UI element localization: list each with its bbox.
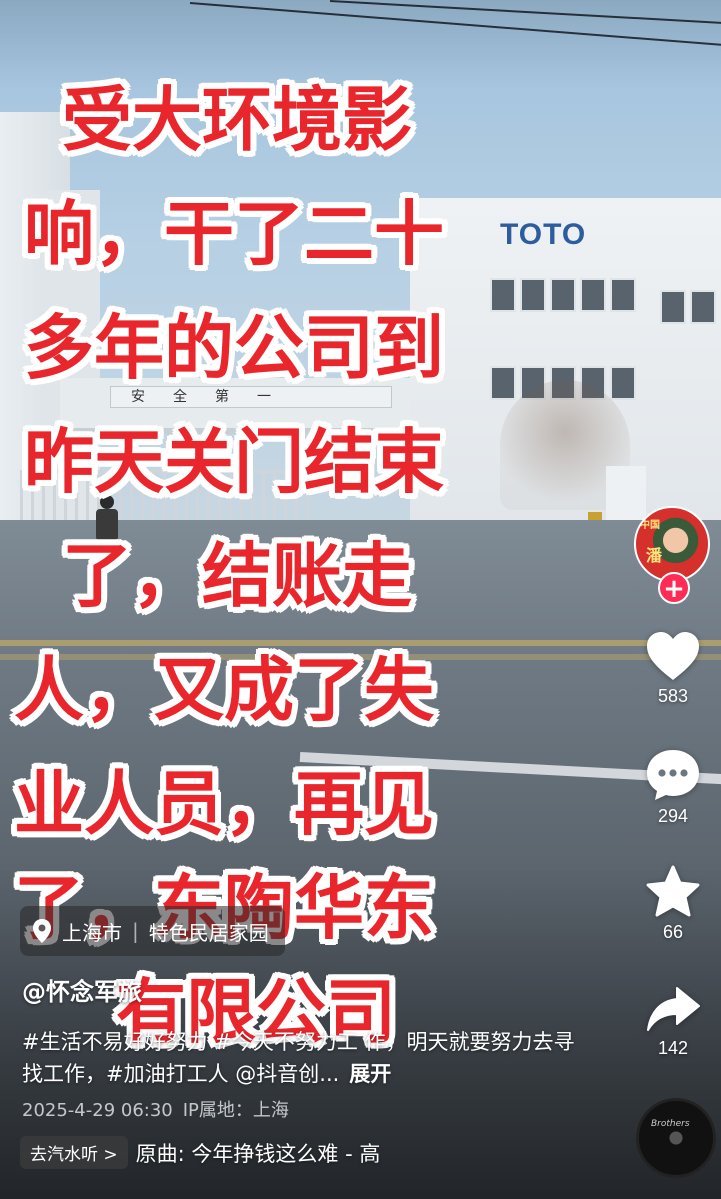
post-date: 2025-4-29 06:30 (22, 1100, 173, 1121)
road-center-line (0, 640, 721, 646)
expand-button[interactable]: 展开 (349, 1062, 391, 1086)
post-meta: 2025-4-29 06:30 IP属地：上海 (22, 1096, 289, 1122)
music-bar: 去汽水听 > 原曲: 今年挣钱这么难 - 高 (20, 1136, 380, 1169)
share-count: 142 (657, 1038, 689, 1058)
music-disc-icon[interactable]: Brothers (636, 1098, 716, 1178)
star-icon (646, 865, 700, 917)
ip-location: IP属地：上海 (182, 1100, 289, 1121)
building-logo: TOTO (500, 218, 587, 251)
author-avatar-wrap: 中国 潘 + (634, 506, 710, 604)
comment-count: 294 (657, 806, 689, 826)
location-chip[interactable]: 上海市 | 特色民居家园 (20, 906, 285, 956)
comment-bubble-icon (647, 750, 699, 800)
music-track[interactable]: 原曲: 今年挣钱这么难 - 高 (136, 1138, 381, 1168)
disc-label: Brothers (651, 1119, 690, 1129)
location-pin-icon (33, 919, 51, 943)
caption-line: 业人员，再见 (14, 763, 434, 845)
window-row (660, 290, 716, 324)
description-text: #生活不易好好努力 #今天不努力工 作，明天就要努力去寻找工作，#加油打工人 @… (22, 1030, 575, 1086)
like-button[interactable]: 583 (628, 630, 718, 707)
avatar-char: 潘 (646, 546, 663, 565)
favorite-button[interactable]: 66 (628, 864, 718, 943)
share-button[interactable]: 142 (628, 984, 718, 1059)
video-description: #生活不易好好努力 #今天不努力工 作，明天就要努力去寻找工作，#加油打工人 @… (22, 1026, 582, 1090)
caption-line: 了，结账走 (62, 535, 412, 617)
share-arrow-icon (647, 987, 700, 1031)
caption-line: 人，又成了失 (14, 649, 434, 731)
comment-button[interactable]: 294 (628, 748, 718, 827)
caption-line: 多年的公司到 (24, 307, 444, 389)
author-name[interactable]: @怀念军旅 (22, 972, 142, 1007)
heart-icon (647, 632, 699, 680)
location-place: 特色民居家园 (148, 920, 269, 945)
location-separator: | (132, 919, 139, 943)
follow-button[interactable]: + (658, 572, 690, 604)
top-gradient (0, 0, 721, 90)
favorite-count: 66 (662, 922, 684, 942)
caption-line: 响，干了二十 (24, 193, 444, 275)
window-row (490, 278, 636, 312)
avatar[interactable]: 中国 潘 (634, 506, 710, 582)
caption-line: 昨天关门结束 (24, 421, 444, 503)
avatar-badge: 中国 (640, 520, 660, 531)
like-count: 583 (657, 686, 689, 706)
location-city: 上海市 (62, 920, 122, 945)
caption-line: 受大环境影 (62, 79, 412, 161)
open-in-qishui-chip[interactable]: 去汽水听 > (20, 1136, 128, 1169)
